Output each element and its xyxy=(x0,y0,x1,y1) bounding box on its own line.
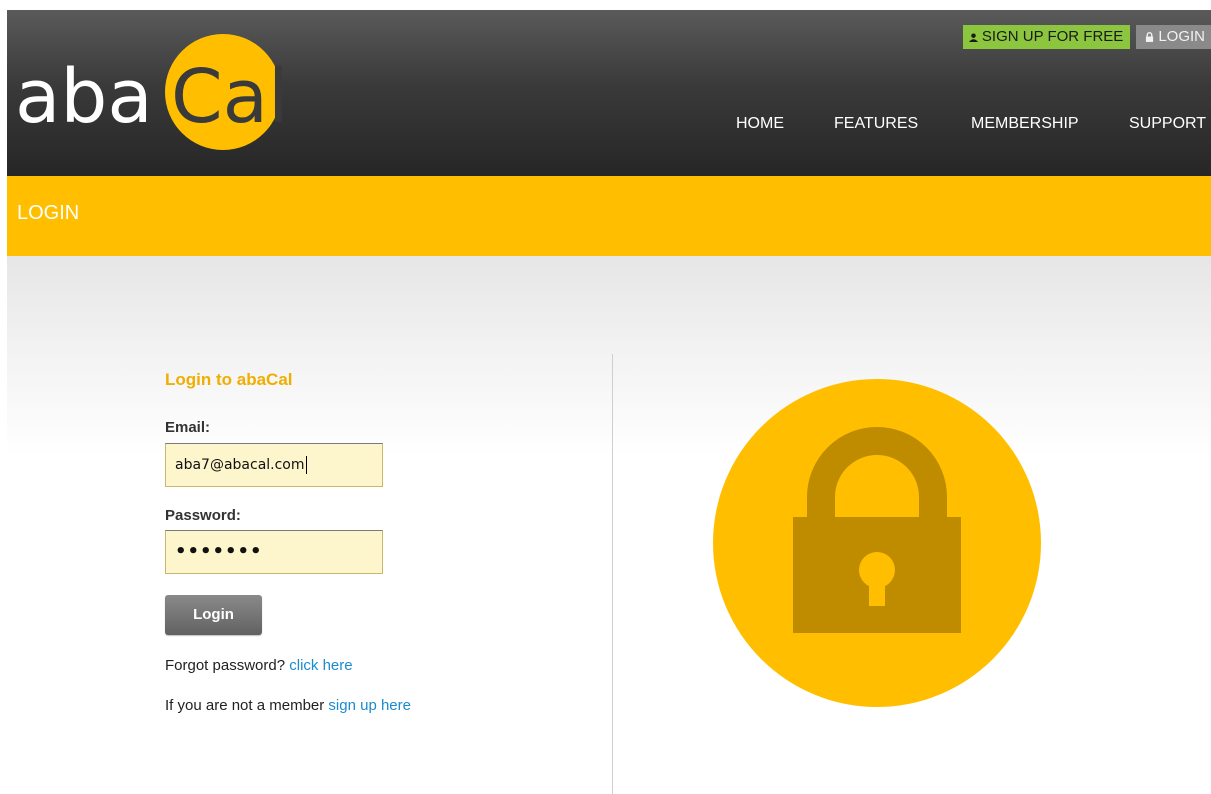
nav-support[interactable]: SUPPORT xyxy=(1129,115,1206,133)
forgot-password-label: Forgot password? xyxy=(165,657,286,674)
nav-membership[interactable]: MEMBERSHIP xyxy=(971,115,1079,133)
login-submit-button[interactable]: Login xyxy=(165,595,262,635)
email-label: Email: xyxy=(165,419,211,436)
email-field[interactable]: aba7@abacal.com xyxy=(165,443,383,487)
user-icon xyxy=(968,32,978,42)
signup-prompt-label: If you are not a member xyxy=(165,697,325,714)
sign-up-label: SIGN UP FOR FREE xyxy=(981,28,1124,45)
main-nav: HOME FEATURES MEMBERSHIP SUPPORT xyxy=(7,115,1211,139)
password-value: ••••••• xyxy=(175,541,263,562)
lock-illustration xyxy=(713,379,1041,707)
login-top-button[interactable]: LOGIN xyxy=(1136,25,1211,49)
top-actions: SIGN UP FOR FREE LOGIN xyxy=(962,25,1211,49)
padlock-icon xyxy=(793,427,961,633)
forgot-password-link[interactable]: click here xyxy=(289,657,352,674)
login-top-label: LOGIN xyxy=(1158,28,1205,45)
page: aba Cal SIGN UP FOR FREE LOGIN HOME FEAT… xyxy=(7,10,1211,794)
password-field[interactable]: ••••••• xyxy=(165,530,383,574)
page-banner: LOGIN xyxy=(7,176,1211,256)
column-divider xyxy=(612,354,613,794)
text-caret xyxy=(305,456,307,474)
lock-icon xyxy=(1146,32,1154,42)
nav-home[interactable]: HOME xyxy=(736,115,784,133)
signup-link[interactable]: sign up here xyxy=(328,697,411,714)
email-value: aba7@abacal.com xyxy=(175,457,305,473)
nav-features[interactable]: FEATURES xyxy=(834,115,918,133)
forgot-password-text: Forgot password? click here xyxy=(165,657,353,674)
site-header: aba Cal SIGN UP FOR FREE LOGIN HOME FEAT… xyxy=(7,10,1211,176)
password-label: Password: xyxy=(165,507,241,524)
page-title: LOGIN xyxy=(17,202,80,224)
signup-prompt: If you are not a member sign up here xyxy=(165,697,425,714)
sign-up-button[interactable]: SIGN UP FOR FREE xyxy=(962,25,1131,49)
login-form-title: Login to abaCal xyxy=(165,370,293,389)
